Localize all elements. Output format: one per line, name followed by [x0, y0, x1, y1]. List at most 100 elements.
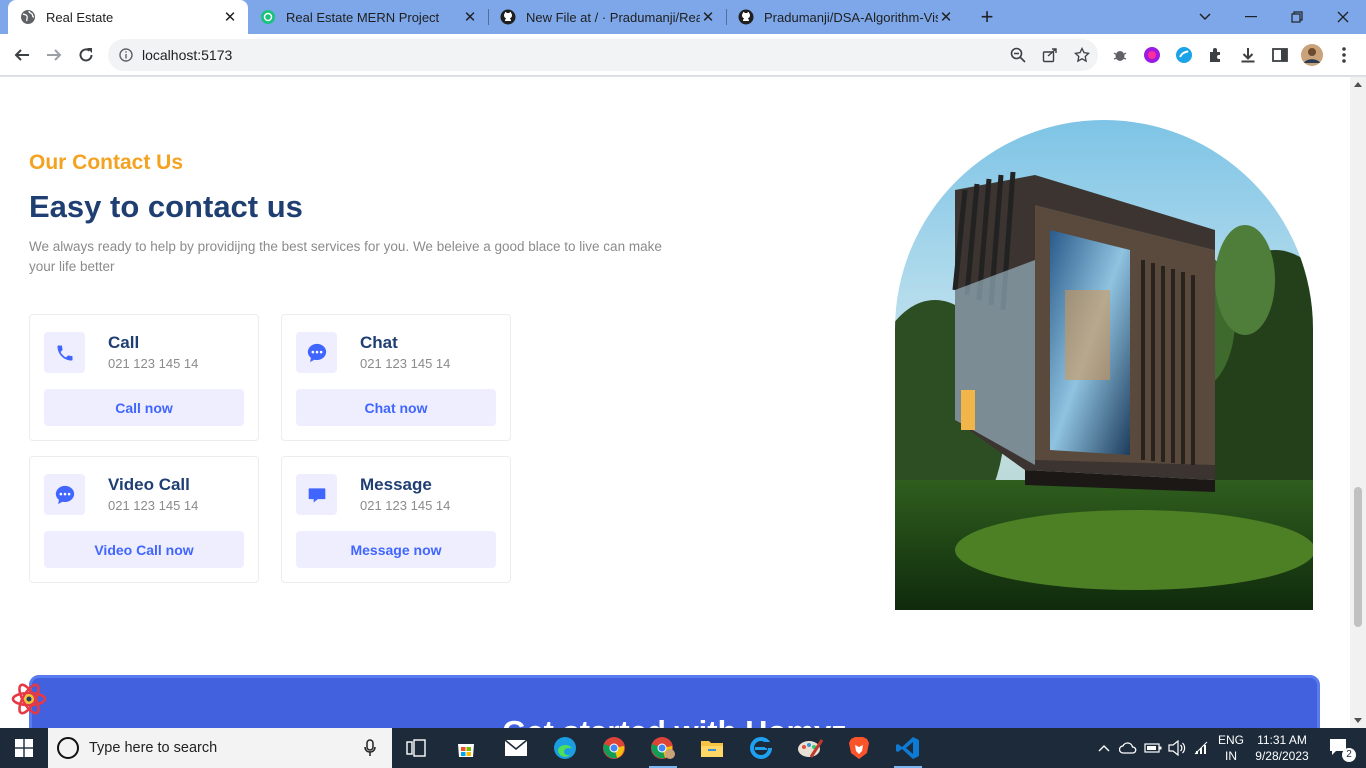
microsoft-store-icon[interactable]	[442, 728, 490, 768]
new-tab-button[interactable]: +	[975, 4, 999, 29]
card-phone-number: 021 123 145 14	[108, 498, 199, 513]
battery-icon[interactable]	[1142, 728, 1164, 768]
tab-strip: Real Estate ✕ Real Estate MERN Project ✕…	[0, 0, 1366, 34]
extension-purple-icon[interactable]	[1140, 43, 1164, 67]
info-icon[interactable]	[118, 47, 134, 63]
close-window-button[interactable]	[1320, 0, 1366, 34]
volume-icon[interactable]	[1166, 728, 1188, 768]
internet-explorer-icon[interactable]	[737, 728, 785, 768]
tab-new-file[interactable]: New File at / · Pradumanji/Real-Es ✕	[488, 0, 726, 34]
search-icon	[57, 737, 79, 759]
close-tab-icon[interactable]: ✕	[222, 9, 238, 26]
vscode-icon[interactable]	[884, 728, 932, 768]
call-now-button[interactable]: Call now	[44, 389, 244, 426]
message-icon	[296, 474, 337, 515]
url-text[interactable]: localhost:5173	[142, 47, 1002, 63]
cloud-icon[interactable]	[1117, 728, 1139, 768]
microphone-icon[interactable]	[360, 739, 380, 757]
tab-real-estate-mern[interactable]: Real Estate MERN Project ✕	[248, 0, 488, 34]
edge-icon[interactable]	[541, 728, 589, 768]
restore-button[interactable]	[1274, 0, 1320, 34]
clock[interactable]: 11:31 AM 9/28/2023	[1250, 732, 1314, 764]
tab-title: New File at / · Pradumanji/Real-Es	[526, 9, 700, 25]
card-title: Video Call	[108, 475, 190, 494]
scroll-up-arrow[interactable]	[1354, 82, 1362, 87]
video-call-now-button[interactable]: Video Call now	[44, 531, 244, 568]
address-bar[interactable]: localhost:5173	[108, 39, 1098, 71]
chat-now-button[interactable]: Chat now	[296, 389, 496, 426]
task-view-icon[interactable]	[392, 728, 440, 768]
browser-toolbar: localhost:5173	[0, 34, 1366, 76]
file-explorer-icon[interactable]	[688, 728, 736, 768]
taskbar-search-box[interactable]: Type here to search	[48, 728, 392, 768]
page-viewport: Our Contact Us Easy to contact us We alw…	[0, 77, 1350, 728]
language-code: ENG	[1217, 733, 1244, 747]
github-icon	[500, 9, 516, 25]
chrome-profile-icon[interactable]	[639, 728, 687, 768]
extensions-puzzle-icon[interactable]	[1204, 43, 1228, 67]
windows-logo-icon	[15, 739, 33, 757]
windows-taskbar: Type here to search ENG IN 11:31 AM 9/28…	[0, 728, 1366, 768]
github-icon	[738, 9, 754, 25]
chat-icon	[296, 332, 337, 373]
restore-icon	[1291, 11, 1303, 23]
tray-overflow-chevron-icon[interactable]	[1094, 728, 1114, 768]
card-title: Chat	[360, 333, 398, 352]
close-tab-icon[interactable]: ✕	[700, 9, 716, 26]
brave-icon[interactable]	[835, 728, 883, 768]
share-icon[interactable]	[1034, 39, 1066, 71]
reload-icon	[79, 48, 93, 62]
page-scrollbar[interactable]	[1350, 77, 1366, 728]
close-tab-icon[interactable]: ✕	[462, 9, 478, 26]
mail-icon[interactable]	[492, 728, 540, 768]
clock-time: 11:31 AM	[1257, 733, 1307, 747]
openai-icon	[260, 9, 276, 25]
start-button[interactable]	[0, 728, 48, 768]
tab-title: Real Estate MERN Project	[286, 9, 440, 25]
section-subtitle: Our Contact Us	[29, 151, 184, 174]
react-devtools-icon[interactable]	[10, 680, 48, 718]
back-button[interactable]	[6, 39, 38, 71]
chrome-icon[interactable]	[590, 728, 638, 768]
tab-dsa-visualizer[interactable]: Pradumanji/DSA-Algorithm-Visua ✕	[726, 0, 964, 34]
arrow-left-icon	[14, 49, 29, 61]
house-image	[895, 120, 1313, 610]
side-panel-icon[interactable]	[1268, 43, 1292, 67]
close-tab-icon[interactable]: ✕	[938, 9, 954, 26]
paint-icon[interactable]	[786, 728, 834, 768]
forward-button[interactable]	[38, 39, 70, 71]
scrollbar-thumb[interactable]	[1354, 487, 1362, 627]
chat-icon	[44, 474, 85, 515]
network-icon[interactable]	[1191, 728, 1213, 768]
reload-button[interactable]	[70, 39, 102, 71]
language-indicator[interactable]: ENG IN	[1214, 732, 1248, 764]
phone-icon	[44, 332, 85, 373]
arrow-right-icon	[47, 49, 62, 61]
bookmark-star-icon[interactable]	[1066, 39, 1098, 71]
card-phone-number: 021 123 145 14	[360, 498, 451, 513]
menu-dots-icon[interactable]	[1332, 43, 1356, 67]
tab-search-button[interactable]	[1182, 0, 1228, 34]
profile-avatar[interactable]	[1300, 43, 1324, 67]
message-now-button[interactable]: Message now	[296, 531, 496, 568]
bug-extension-icon[interactable]	[1108, 43, 1132, 67]
contact-card-call: Call 021 123 145 14 Call now	[29, 314, 259, 441]
banner-title: Get started with Homyz	[32, 714, 1317, 728]
contact-card-video-call: Video Call 021 123 145 14 Video Call now	[29, 456, 259, 583]
tab-title: Real Estate	[46, 9, 114, 25]
globe-icon	[20, 9, 36, 25]
chevron-down-icon	[1199, 13, 1211, 21]
notifications-button[interactable]: 2	[1320, 728, 1360, 768]
extension-blue-icon[interactable]	[1172, 43, 1196, 67]
download-icon[interactable]	[1236, 43, 1260, 67]
tab-real-estate[interactable]: Real Estate ✕	[8, 0, 248, 34]
search-placeholder: Type here to search	[89, 740, 218, 756]
contact-card-message: Message 021 123 145 14 Message now	[281, 456, 511, 583]
zoom-icon[interactable]	[1002, 39, 1034, 71]
page-title: Easy to contact us	[29, 189, 303, 224]
minimize-icon	[1245, 16, 1257, 18]
minimize-button[interactable]	[1228, 0, 1274, 34]
notification-count: 2	[1342, 748, 1356, 762]
close-icon	[1337, 11, 1349, 23]
scroll-down-arrow[interactable]	[1354, 718, 1362, 723]
